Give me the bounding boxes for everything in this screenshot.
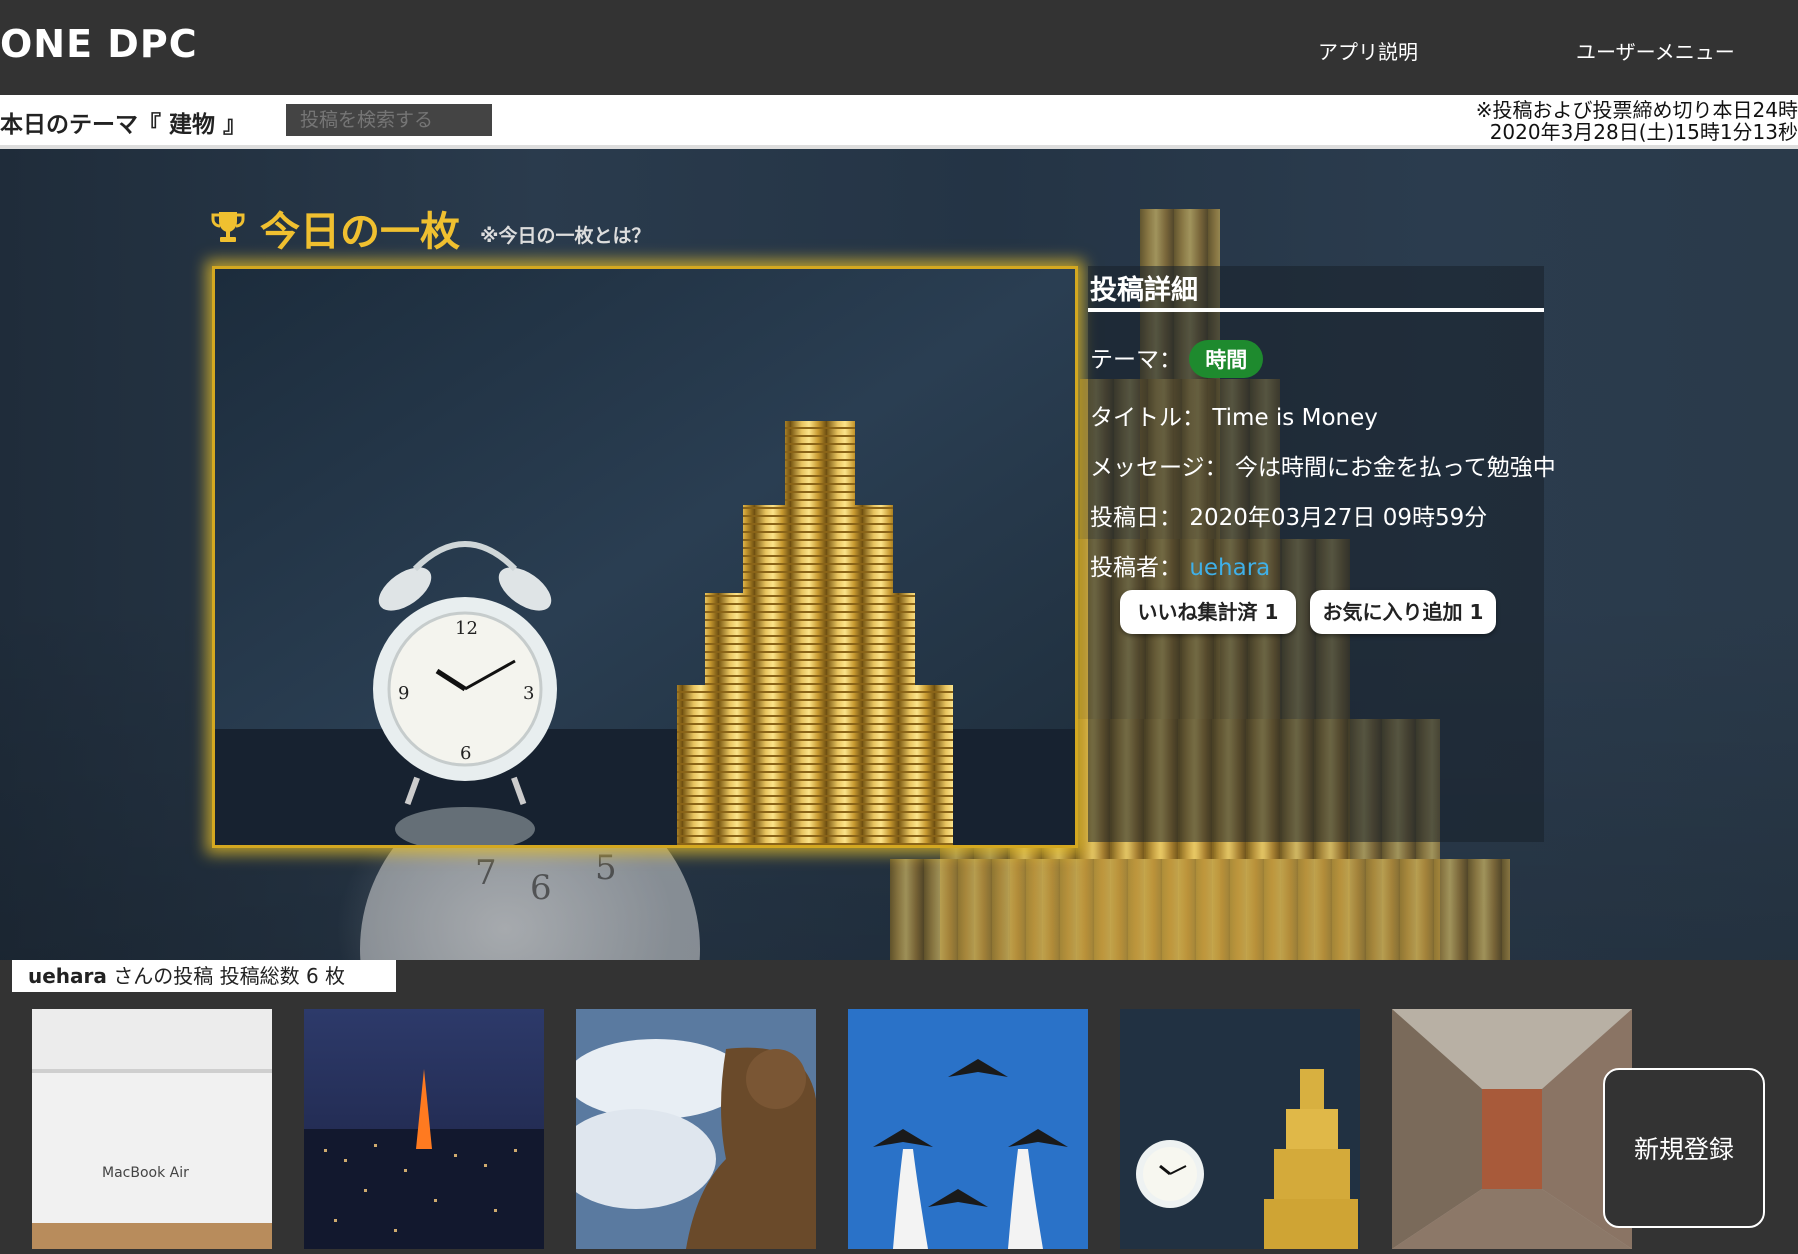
post-thumbnail-tokyo-night[interactable] (304, 1009, 544, 1249)
post-date: 2020年03月27日 09時59分 (1189, 505, 1488, 531)
title-row: タイトル： Time is Money (1090, 398, 1378, 432)
deadline-line-1: ※投稿および投票締め切り本日24時 (1475, 98, 1798, 122)
hero-section: 8 7 6 5 4 今日の一枚 ※今日の一枚とは？ (0, 149, 1798, 960)
post-title: Time is Money (1212, 405, 1378, 431)
author-row: 投稿者： uehara (1090, 548, 1270, 582)
post-thumbnail-old-street[interactable] (1392, 1009, 1632, 1249)
search-input[interactable] (286, 104, 492, 136)
app-header: ONE DPC アプリ説明 ユーザーメニュー (0, 0, 1798, 95)
post-thumbnail-jets[interactable] (848, 1009, 1088, 1249)
favorite-add-button[interactable]: お気に入り追加 1 (1310, 590, 1496, 634)
theme-badge[interactable]: 時間 (1189, 340, 1264, 378)
nav-about-link[interactable]: アプリ説明 (1318, 36, 1418, 65)
new-post-button[interactable]: 新規登録 (1603, 1068, 1765, 1228)
featured-photo[interactable]: 12 3 6 9 (212, 266, 1078, 848)
post-thumbnail-thinker[interactable] (576, 1009, 816, 1249)
svg-text:6: 6 (460, 743, 471, 764)
author-link[interactable]: uehara (1189, 555, 1270, 581)
posts-summary: さんの投稿 投稿総数 6 枚 (113, 964, 346, 988)
clock-and-coins-photo: 12 3 6 9 (215, 269, 1075, 845)
svg-text:12: 12 (455, 618, 478, 639)
message-row: メッセージ： 今は時間にお金を払って勉強中 (1090, 448, 1556, 482)
post-detail-heading: 投稿詳細 (1090, 275, 1198, 306)
user-posts-label: uehara さんの投稿 投稿総数 6 枚 (12, 960, 396, 992)
today-help-link[interactable]: ※今日の一枚とは？ (480, 221, 650, 248)
posts-username[interactable]: uehara (28, 964, 107, 988)
theme-row-label: テーマ： (1090, 347, 1182, 373)
message-row-label: メッセージ： (1090, 455, 1228, 481)
post-thumbnail-macbook[interactable]: MacBook Air (32, 1009, 272, 1249)
post-detail-panel: 投稿詳細 テーマ： 時間 タイトル： Time is Money メッセージ： … (1088, 266, 1556, 842)
today-title: 今日の一枚 (260, 209, 460, 255)
post-thumbnail-clock-coins[interactable] (1120, 1009, 1360, 1249)
svg-text:9: 9 (398, 683, 409, 704)
today-theme-label: 本日のテーマ『 建物 』 (0, 112, 247, 138)
deadline-notice: ※投稿および投票締め切り本日24時 2020年3月28日(土)15時1分13秒 (1476, 99, 1798, 143)
trophy-icon (211, 212, 245, 242)
author-row-label: 投稿者： (1090, 555, 1182, 581)
app-logo[interactable]: ONE DPC (0, 22, 198, 66)
heading-divider (1088, 308, 1544, 312)
nav-user-menu[interactable]: ユーザーメニュー (1576, 36, 1735, 65)
theme-row: テーマ： 時間 (1090, 340, 1264, 378)
date-row-label: 投稿日： (1090, 505, 1182, 531)
svg-text:5: 5 (595, 848, 617, 888)
title-row-label: タイトル： (1090, 405, 1205, 431)
svg-text:7: 7 (475, 853, 497, 893)
svg-text:6: 6 (530, 868, 552, 908)
deadline-countdown: 2020年3月28日(土)15時1分13秒 (1489, 120, 1798, 144)
date-row: 投稿日： 2020年03月27日 09時59分 (1090, 498, 1487, 532)
post-message: 今は時間にお金を払って勉強中 (1234, 455, 1556, 481)
thumbnail-caption: MacBook Air (102, 1165, 189, 1181)
like-count-button[interactable]: いいね集計済 1 (1120, 590, 1296, 634)
svg-text:3: 3 (523, 683, 534, 704)
theme-bar: 本日のテーマ『 建物 』 ※投稿および投票締め切り本日24時 2020年3月28… (0, 95, 1798, 149)
